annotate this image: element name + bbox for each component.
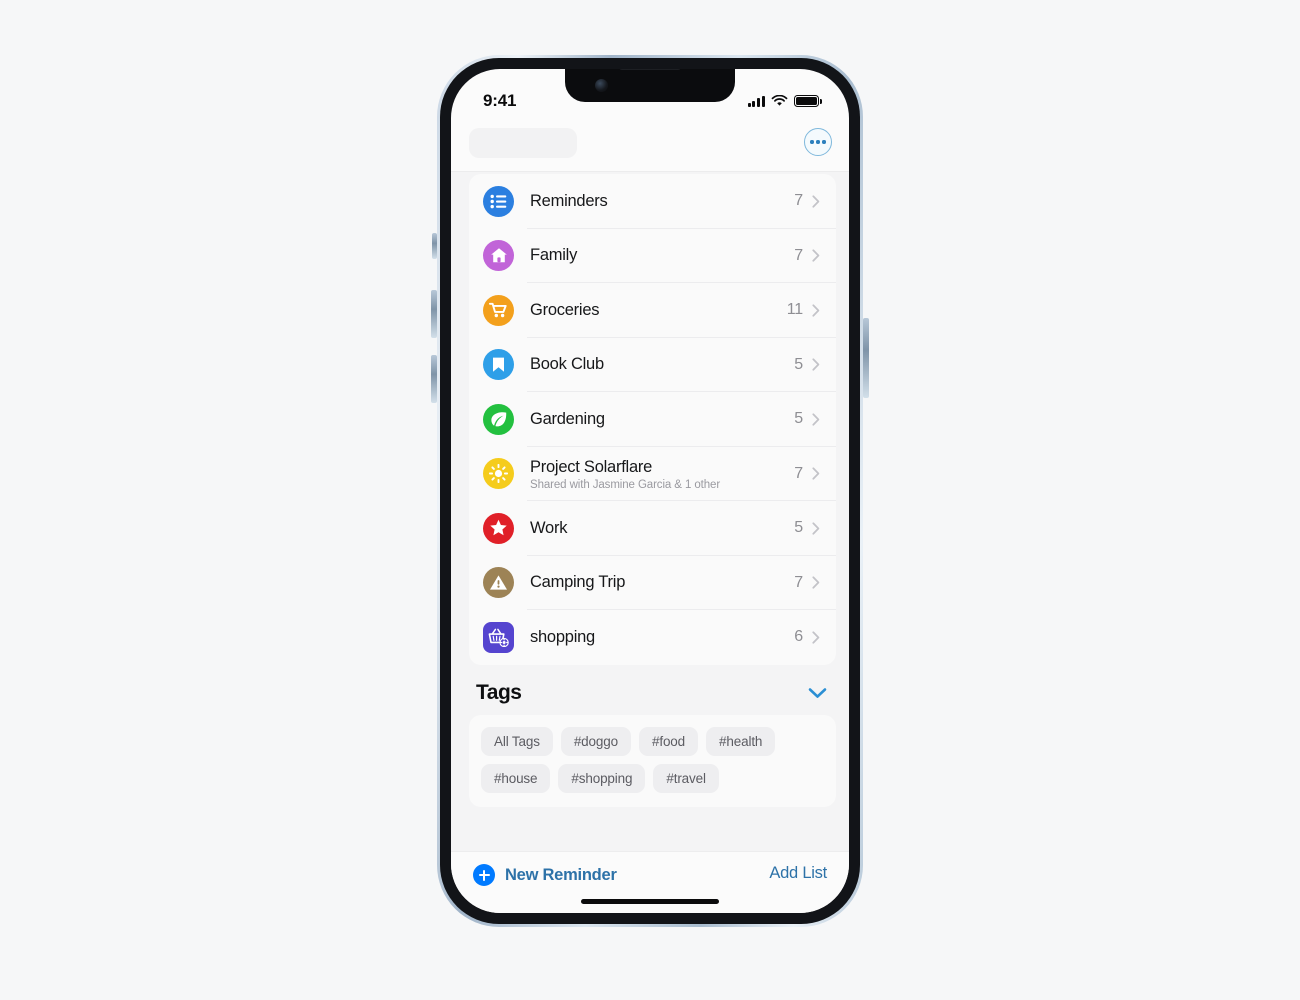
list-row[interactable]: Camping Trip 7 [469, 556, 836, 610]
list-row-text: Family [530, 245, 794, 266]
list-name: Reminders [530, 191, 608, 210]
new-reminder-button[interactable]: New Reminder [473, 864, 617, 886]
tag-chip[interactable]: #food [638, 726, 699, 756]
tags-card: All Tags #doggo #food #health #house #shoppin… [469, 714, 836, 807]
tag-chip[interactable]: #doggo [560, 726, 631, 756]
list-shared-subtitle: Shared with Jasmine Garcia & 1 other [530, 478, 721, 491]
add-list-button[interactable]: Add List [769, 864, 827, 883]
list-count: 5 [794, 410, 803, 428]
list-name: Family [530, 246, 578, 265]
status-indicators [747, 95, 822, 107]
new-reminder-label: New Reminder [505, 865, 617, 884]
tag-chip[interactable]: All Tags [481, 726, 553, 756]
wifi-icon [771, 95, 788, 106]
content-scroll-area[interactable]: Reminders 7 Family 7 Groceries 11 Book C… [451, 172, 849, 851]
house-icon [483, 240, 514, 272]
chevron-right-icon [812, 195, 820, 208]
status-time: 9:41 [483, 91, 517, 110]
sun-icon [483, 458, 514, 490]
lists-card: Reminders 7 Family 7 Groceries 11 Book C… [469, 174, 836, 665]
list-name: shopping [530, 627, 595, 646]
chevron-right-icon [812, 358, 820, 371]
list-name: Groceries [530, 300, 600, 319]
tag-chip[interactable]: #house [481, 763, 551, 793]
list-count: 11 [786, 301, 803, 319]
cellular-bars-icon [747, 95, 765, 107]
tag-chip[interactable]: #travel [653, 763, 719, 793]
list-row-text: Book Club [530, 354, 794, 375]
chevron-right-icon [812, 576, 820, 589]
basket-gear-icon [483, 621, 514, 653]
power-button[interactable] [863, 318, 869, 398]
tag-chip[interactable]: #shopping [558, 763, 646, 793]
list-name: Camping Trip [530, 573, 626, 592]
list-count: 7 [794, 246, 803, 264]
tags-title: Tags [476, 680, 522, 704]
list-row-text: Project Solarflare Shared with Jasmine G… [530, 457, 794, 491]
chevron-right-icon [812, 631, 820, 644]
navigation-bar [451, 119, 849, 172]
battery-full-icon [794, 95, 822, 107]
tent-icon [483, 567, 514, 599]
list-row[interactable]: Book Club 5 [469, 338, 836, 392]
chevron-down-icon[interactable] [808, 687, 827, 699]
list-name: Gardening [530, 409, 605, 428]
phone-screen: 9:41 Reminders 7 Family 7 Groceries 11 B… [451, 69, 849, 913]
tag-chip[interactable]: #health [706, 726, 776, 756]
list-row[interactable]: Reminders 7 [469, 174, 836, 229]
phone-bezel: 9:41 Reminders 7 Family 7 Groceries 11 B… [440, 58, 860, 924]
chevron-right-icon [812, 522, 820, 535]
list-row[interactable]: Project Solarflare Shared with Jasmine G… [469, 447, 836, 501]
search-input[interactable] [469, 128, 577, 158]
list-row-text: shopping [530, 627, 794, 648]
phone-stage: 9:41 Reminders 7 Family 7 Groceries 11 B… [0, 0, 1300, 1000]
list-row-text: Work [530, 518, 794, 539]
list-name: Book Club [530, 355, 604, 374]
notch [565, 69, 735, 102]
list-row[interactable]: Groceries 11 [469, 283, 836, 338]
list-count: 6 [794, 628, 803, 646]
shopping-cart-icon [483, 294, 514, 326]
chevron-right-icon [812, 304, 820, 317]
list-row[interactable]: Gardening 5 [469, 392, 836, 447]
list-count: 7 [794, 192, 803, 210]
chevron-right-icon [812, 249, 820, 262]
plus-circle-icon [473, 864, 495, 886]
front-camera-icon [595, 79, 608, 92]
chevron-right-icon [812, 413, 820, 426]
list-row-text: Groceries [530, 300, 787, 321]
earpiece-speaker [619, 69, 681, 70]
leaf-icon [483, 403, 514, 435]
list-bullet-icon [483, 185, 514, 217]
list-count: 5 [794, 519, 803, 537]
bookmark-icon [483, 349, 514, 381]
list-name: Project Solarflare [530, 457, 653, 476]
list-count: 5 [794, 355, 803, 373]
list-count: 7 [794, 464, 803, 482]
list-row[interactable]: shopping 6 [469, 610, 836, 665]
list-row[interactable]: Family 7 [469, 229, 836, 283]
list-row-text: Reminders [530, 191, 794, 212]
star-icon [483, 512, 514, 544]
home-indicator[interactable] [581, 899, 719, 904]
list-row-text: Gardening [530, 409, 794, 430]
list-name: Work [530, 518, 568, 537]
chevron-right-icon [812, 467, 820, 480]
list-row-text: Camping Trip [530, 572, 794, 593]
tags-header: Tags [451, 665, 849, 715]
ellipsis-circle-icon[interactable] [804, 128, 832, 156]
list-row[interactable]: Work 5 [469, 501, 836, 556]
list-count: 7 [794, 573, 803, 591]
phone-frame: 9:41 Reminders 7 Family 7 Groceries 11 B… [437, 55, 863, 927]
